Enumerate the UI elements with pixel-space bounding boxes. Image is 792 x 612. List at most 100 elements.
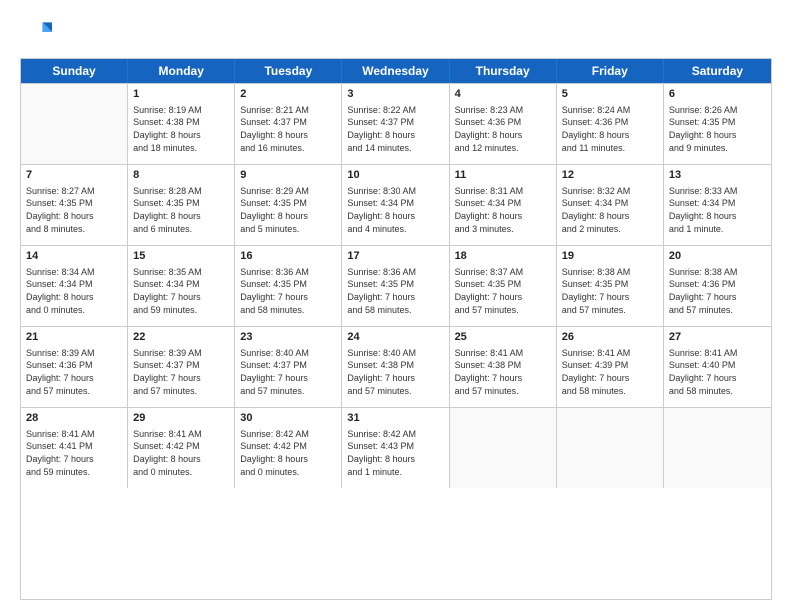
cell-info: Sunrise: 8:19 AM Sunset: 4:38 PM Dayligh… — [133, 104, 229, 154]
day-number: 29 — [133, 411, 229, 426]
day-number: 7 — [26, 168, 122, 183]
day-number: 27 — [669, 330, 766, 345]
calendar-week-row: 14 Sunrise: 8:34 AM Sunset: 4:34 PM Dayli… — [21, 245, 771, 326]
calendar-header-cell: Sunday — [21, 59, 128, 83]
calendar-cell — [450, 408, 557, 488]
calendar-cell: 6Sunrise: 8:26 AM Sunset: 4:35 PM Daylig… — [664, 84, 771, 164]
calendar-cell: 17 Sunrise: 8:36 AM Sunset: 4:35 PM Dayli… — [342, 246, 449, 326]
day-number: 9 — [240, 168, 336, 183]
calendar-cell: 1Sunrise: 8:19 AM Sunset: 4:38 PM Daylig… — [128, 84, 235, 164]
calendar-cell: 5Sunrise: 8:24 AM Sunset: 4:36 PM Daylig… — [557, 84, 664, 164]
cell-info: Sunrise: 8:30 AM Sunset: 4:34 PM Dayligh… — [347, 185, 443, 235]
calendar-cell: 21 Sunrise: 8:39 AM Sunset: 4:36 PM Dayli… — [21, 327, 128, 407]
day-number: 3 — [347, 87, 443, 102]
calendar-cell: 11 Sunrise: 8:31 AM Sunset: 4:34 PM Dayli… — [450, 165, 557, 245]
calendar-cell: 29 Sunrise: 8:41 AM Sunset: 4:42 PM Dayli… — [128, 408, 235, 488]
day-number: 16 — [240, 249, 336, 264]
cell-info: Sunrise: 8:35 AM Sunset: 4:34 PM Dayligh… — [133, 266, 229, 316]
cell-info: Sunrise: 8:34 AM Sunset: 4:34 PM Dayligh… — [26, 266, 122, 316]
calendar-cell — [21, 84, 128, 164]
calendar-cell — [664, 408, 771, 488]
calendar-cell: 15 Sunrise: 8:35 AM Sunset: 4:34 PM Dayli… — [128, 246, 235, 326]
day-number: 11 — [455, 168, 551, 183]
cell-info: Sunrise: 8:28 AM Sunset: 4:35 PM Dayligh… — [133, 185, 229, 235]
calendar-cell: 19Sunrise: 8:38 AM Sunset: 4:35 PM Dayli… — [557, 246, 664, 326]
calendar-cell: 16 Sunrise: 8:36 AM Sunset: 4:35 PM Dayli… — [235, 246, 342, 326]
calendar-cell: 28 Sunrise: 8:41 AM Sunset: 4:41 PM Dayli… — [21, 408, 128, 488]
calendar-cell: 22 Sunrise: 8:39 AM Sunset: 4:37 PM Dayli… — [128, 327, 235, 407]
cell-info: Sunrise: 8:33 AM Sunset: 4:34 PM Dayligh… — [669, 185, 766, 235]
cell-info: Sunrise: 8:36 AM Sunset: 4:35 PM Dayligh… — [347, 266, 443, 316]
logo-icon — [20, 16, 52, 48]
calendar-header-cell: Tuesday — [235, 59, 342, 83]
page: SundayMondayTuesdayWednesdayThursdayFrid… — [0, 0, 792, 612]
day-number: 8 — [133, 168, 229, 183]
cell-info: Sunrise: 8:21 AM Sunset: 4:37 PM Dayligh… — [240, 104, 336, 154]
day-number: 12 — [562, 168, 658, 183]
calendar-cell: 24Sunrise: 8:40 AM Sunset: 4:38 PM Dayli… — [342, 327, 449, 407]
day-number: 14 — [26, 249, 122, 264]
cell-info: Sunrise: 8:42 AM Sunset: 4:42 PM Dayligh… — [240, 428, 336, 478]
calendar-cell: 31 Sunrise: 8:42 AM Sunset: 4:43 PM Dayli… — [342, 408, 449, 488]
calendar-header-cell: Wednesday — [342, 59, 449, 83]
day-number: 31 — [347, 411, 443, 426]
calendar-cell: 30 Sunrise: 8:42 AM Sunset: 4:42 PM Dayli… — [235, 408, 342, 488]
calendar-cell: 20Sunrise: 8:38 AM Sunset: 4:36 PM Dayli… — [664, 246, 771, 326]
calendar-cell: 18 Sunrise: 8:37 AM Sunset: 4:35 PM Dayli… — [450, 246, 557, 326]
calendar-header-cell: Thursday — [450, 59, 557, 83]
calendar-cell: 3 Sunrise: 8:22 AM Sunset: 4:37 PM Daylig… — [342, 84, 449, 164]
calendar-header-cell: Friday — [557, 59, 664, 83]
day-number: 2 — [240, 87, 336, 102]
cell-info: Sunrise: 8:41 AM Sunset: 4:38 PM Dayligh… — [455, 347, 551, 397]
cell-info: Sunrise: 8:36 AM Sunset: 4:35 PM Dayligh… — [240, 266, 336, 316]
cell-info: Sunrise: 8:24 AM Sunset: 4:36 PM Dayligh… — [562, 104, 658, 154]
calendar-cell: 26 Sunrise: 8:41 AM Sunset: 4:39 PM Dayli… — [557, 327, 664, 407]
day-number: 4 — [455, 87, 551, 102]
cell-info: Sunrise: 8:27 AM Sunset: 4:35 PM Dayligh… — [26, 185, 122, 235]
cell-info: Sunrise: 8:40 AM Sunset: 4:38 PM Dayligh… — [347, 347, 443, 397]
day-number: 30 — [240, 411, 336, 426]
cell-info: Sunrise: 8:39 AM Sunset: 4:37 PM Dayligh… — [133, 347, 229, 397]
cell-info: Sunrise: 8:23 AM Sunset: 4:36 PM Dayligh… — [455, 104, 551, 154]
calendar-cell: 10 Sunrise: 8:30 AM Sunset: 4:34 PM Dayli… — [342, 165, 449, 245]
calendar-week-row: 7 Sunrise: 8:27 AM Sunset: 4:35 PM Daylig… — [21, 164, 771, 245]
calendar-cell: 14 Sunrise: 8:34 AM Sunset: 4:34 PM Dayli… — [21, 246, 128, 326]
header — [20, 16, 772, 48]
day-number: 26 — [562, 330, 658, 345]
day-number: 19 — [562, 249, 658, 264]
cell-info: Sunrise: 8:31 AM Sunset: 4:34 PM Dayligh… — [455, 185, 551, 235]
day-number: 18 — [455, 249, 551, 264]
calendar-cell: 2 Sunrise: 8:21 AM Sunset: 4:37 PM Daylig… — [235, 84, 342, 164]
cell-info: Sunrise: 8:41 AM Sunset: 4:41 PM Dayligh… — [26, 428, 122, 478]
day-number: 17 — [347, 249, 443, 264]
cell-info: Sunrise: 8:41 AM Sunset: 4:39 PM Dayligh… — [562, 347, 658, 397]
calendar-cell: 8 Sunrise: 8:28 AM Sunset: 4:35 PM Daylig… — [128, 165, 235, 245]
calendar-week-row: 1Sunrise: 8:19 AM Sunset: 4:38 PM Daylig… — [21, 83, 771, 164]
calendar-week-row: 28 Sunrise: 8:41 AM Sunset: 4:41 PM Dayli… — [21, 407, 771, 488]
calendar-header-cell: Monday — [128, 59, 235, 83]
cell-info: Sunrise: 8:42 AM Sunset: 4:43 PM Dayligh… — [347, 428, 443, 478]
day-number: 23 — [240, 330, 336, 345]
calendar-cell: 13 Sunrise: 8:33 AM Sunset: 4:34 PM Dayli… — [664, 165, 771, 245]
day-number: 13 — [669, 168, 766, 183]
day-number: 21 — [26, 330, 122, 345]
calendar-cell: 7 Sunrise: 8:27 AM Sunset: 4:35 PM Daylig… — [21, 165, 128, 245]
calendar-week-row: 21 Sunrise: 8:39 AM Sunset: 4:36 PM Dayli… — [21, 326, 771, 407]
cell-info: Sunrise: 8:37 AM Sunset: 4:35 PM Dayligh… — [455, 266, 551, 316]
calendar-cell: 12 Sunrise: 8:32 AM Sunset: 4:34 PM Dayli… — [557, 165, 664, 245]
cell-info: Sunrise: 8:29 AM Sunset: 4:35 PM Dayligh… — [240, 185, 336, 235]
cell-info: Sunrise: 8:38 AM Sunset: 4:36 PM Dayligh… — [669, 266, 766, 316]
calendar-cell: 9 Sunrise: 8:29 AM Sunset: 4:35 PM Daylig… — [235, 165, 342, 245]
cell-info: Sunrise: 8:39 AM Sunset: 4:36 PM Dayligh… — [26, 347, 122, 397]
day-number: 28 — [26, 411, 122, 426]
cell-info: Sunrise: 8:32 AM Sunset: 4:34 PM Dayligh… — [562, 185, 658, 235]
calendar-cell: 25Sunrise: 8:41 AM Sunset: 4:38 PM Dayli… — [450, 327, 557, 407]
calendar-cell: 4 Sunrise: 8:23 AM Sunset: 4:36 PM Daylig… — [450, 84, 557, 164]
day-number: 22 — [133, 330, 229, 345]
day-number: 10 — [347, 168, 443, 183]
day-number: 15 — [133, 249, 229, 264]
cell-info: Sunrise: 8:22 AM Sunset: 4:37 PM Dayligh… — [347, 104, 443, 154]
cell-info: Sunrise: 8:41 AM Sunset: 4:42 PM Dayligh… — [133, 428, 229, 478]
cell-info: Sunrise: 8:26 AM Sunset: 4:35 PM Dayligh… — [669, 104, 766, 154]
calendar: SundayMondayTuesdayWednesdayThursdayFrid… — [20, 58, 772, 600]
